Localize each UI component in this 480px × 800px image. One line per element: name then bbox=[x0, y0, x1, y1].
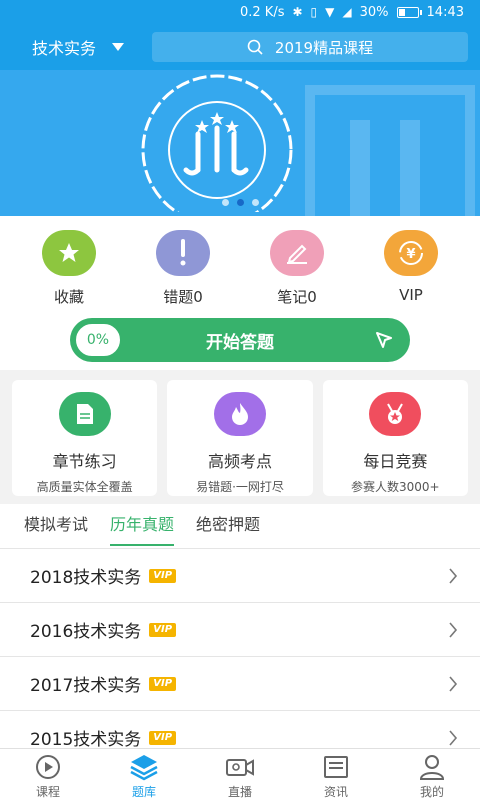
user-icon bbox=[419, 755, 445, 780]
xuejie-education-logo bbox=[141, 74, 293, 212]
bottom-nav: 课程 题库 直播 资讯 我的 bbox=[0, 748, 480, 800]
vibrate-icon: ▯ bbox=[310, 5, 318, 19]
chevron-right-icon bbox=[449, 568, 458, 584]
wrong-questions-label: 错题0 bbox=[163, 288, 203, 306]
layers-icon bbox=[130, 755, 158, 781]
vip-button[interactable]: ¥ VIP bbox=[354, 230, 468, 307]
exclamation-icon bbox=[156, 230, 210, 276]
favorites-button[interactable]: 收藏 bbox=[12, 230, 126, 307]
battery-percent: 30% bbox=[359, 4, 389, 20]
bluetooth-icon: ✱ bbox=[292, 5, 303, 19]
list-item[interactable]: 2015技术实务 VIP bbox=[0, 710, 480, 748]
favorites-label: 收藏 bbox=[53, 288, 84, 306]
list-item-title: 2016技术实务 bbox=[30, 622, 142, 642]
tab-past-papers[interactable]: 历年真题 bbox=[110, 504, 175, 548]
nav-courses[interactable]: 课程 bbox=[0, 749, 96, 800]
nav-label: 资讯 bbox=[323, 785, 348, 799]
paper-list: 2018技术实务 VIP 2016技术实务 VIP 2017技术实务 VIP 2… bbox=[0, 548, 480, 748]
search-icon bbox=[247, 39, 263, 55]
vip-badge: VIP bbox=[149, 730, 177, 745]
medal-icon bbox=[369, 392, 422, 436]
search-placeholder: 2019精品课程 bbox=[274, 38, 374, 57]
quick-actions: 收藏 错题0 笔记0 ¥ VIP 0% 开始答题 bbox=[0, 216, 480, 370]
card-title: 章节练习 bbox=[52, 452, 117, 471]
category-selector[interactable]: 技术实务 bbox=[0, 35, 150, 59]
fire-icon bbox=[213, 392, 266, 436]
tab-mock-exam[interactable]: 模拟考试 bbox=[24, 504, 88, 548]
notes-label: 笔记0 bbox=[277, 288, 317, 306]
signal-icon: ◢ bbox=[342, 5, 352, 19]
card-subtitle: 参赛人数3000+ bbox=[351, 480, 440, 494]
nav-label: 我的 bbox=[419, 785, 444, 799]
clock: 14:43 bbox=[426, 4, 464, 20]
nav-label: 课程 bbox=[35, 785, 60, 799]
battery-icon bbox=[396, 6, 422, 18]
list-item[interactable]: 2016技术实务 VIP bbox=[0, 602, 480, 656]
card-subtitle: 高质量实体全覆盖 bbox=[36, 480, 133, 494]
status-bar: 0.2 K/s ✱ ▯ ▼ ◢ 30% 14:43 bbox=[0, 0, 480, 24]
network-speed: 0.2 K/s bbox=[240, 4, 285, 20]
carousel-dots bbox=[0, 199, 480, 206]
vip-badge: VIP bbox=[149, 622, 177, 637]
chevron-right-icon bbox=[449, 622, 458, 638]
ghost-building-graphic bbox=[305, 85, 475, 216]
feature-cards: 章节练习 高质量实体全覆盖 高频考点 易错题·一网打尽 每日竞赛 参赛人数300… bbox=[0, 370, 480, 504]
chevron-right-icon bbox=[449, 676, 458, 692]
play-icon bbox=[36, 755, 60, 779]
app-header: 技术实务 2019精品课程 bbox=[0, 24, 480, 70]
caret-down-icon bbox=[112, 43, 125, 51]
yen-icon: ¥ bbox=[384, 230, 438, 276]
vip-badge: VIP bbox=[149, 568, 177, 583]
card-subtitle: 易错题·一网打尽 bbox=[196, 480, 284, 494]
category-label: 技术实务 bbox=[32, 39, 97, 58]
document-icon bbox=[58, 392, 111, 436]
list-item-title: 2015技术实务 bbox=[30, 730, 142, 748]
wifi-icon: ▼ bbox=[325, 5, 335, 19]
pointer-arrow-icon bbox=[376, 332, 392, 348]
svg-text:¥: ¥ bbox=[406, 247, 415, 262]
vip-badge: VIP bbox=[149, 676, 177, 691]
carousel-dot[interactable] bbox=[236, 199, 244, 206]
start-quiz-label: 开始答题 bbox=[206, 332, 274, 353]
chapter-practice-card[interactable]: 章节练习 高质量实体全覆盖 bbox=[12, 380, 158, 496]
nav-live[interactable]: 直播 bbox=[192, 749, 288, 800]
vip-label: VIP bbox=[399, 286, 423, 304]
nav-profile[interactable]: 我的 bbox=[384, 749, 480, 800]
list-item-title: 2018技术实务 bbox=[30, 568, 142, 588]
nav-label: 题库 bbox=[131, 785, 156, 799]
chevron-right-icon bbox=[449, 730, 458, 746]
card-title: 每日竞赛 bbox=[363, 452, 428, 471]
news-icon bbox=[324, 756, 348, 778]
star-icon bbox=[42, 230, 96, 276]
high-frequency-card[interactable]: 高频考点 易错题·一网打尽 bbox=[167, 380, 313, 496]
daily-contest-card[interactable]: 每日竞赛 参赛人数3000+ bbox=[322, 380, 468, 496]
progress-badge: 0% bbox=[74, 322, 122, 358]
video-icon bbox=[226, 759, 254, 776]
pen-icon bbox=[270, 230, 324, 276]
exam-tabs: 模拟考试 历年真题 绝密押题 bbox=[0, 504, 480, 548]
nav-question-bank[interactable]: 题库 bbox=[96, 749, 192, 800]
card-title: 高频考点 bbox=[207, 452, 272, 471]
tab-secret-predictions[interactable]: 绝密押题 bbox=[196, 504, 260, 548]
list-item[interactable]: 2017技术实务 VIP bbox=[0, 656, 480, 710]
list-item[interactable]: 2018技术实务 VIP bbox=[0, 548, 480, 602]
list-item-title: 2017技术实务 bbox=[30, 676, 142, 696]
notes-button[interactable]: 笔记0 bbox=[240, 230, 354, 307]
nav-label: 直播 bbox=[227, 785, 252, 799]
carousel-dot[interactable] bbox=[221, 199, 229, 206]
carousel-dot[interactable] bbox=[251, 199, 259, 206]
nav-news[interactable]: 资讯 bbox=[288, 749, 384, 800]
search-bar[interactable]: 2019精品课程 bbox=[152, 32, 468, 62]
start-quiz-button[interactable]: 0% 开始答题 bbox=[70, 318, 410, 362]
wrong-questions-button[interactable]: 错题0 bbox=[126, 230, 240, 307]
banner-carousel[interactable] bbox=[0, 70, 480, 216]
